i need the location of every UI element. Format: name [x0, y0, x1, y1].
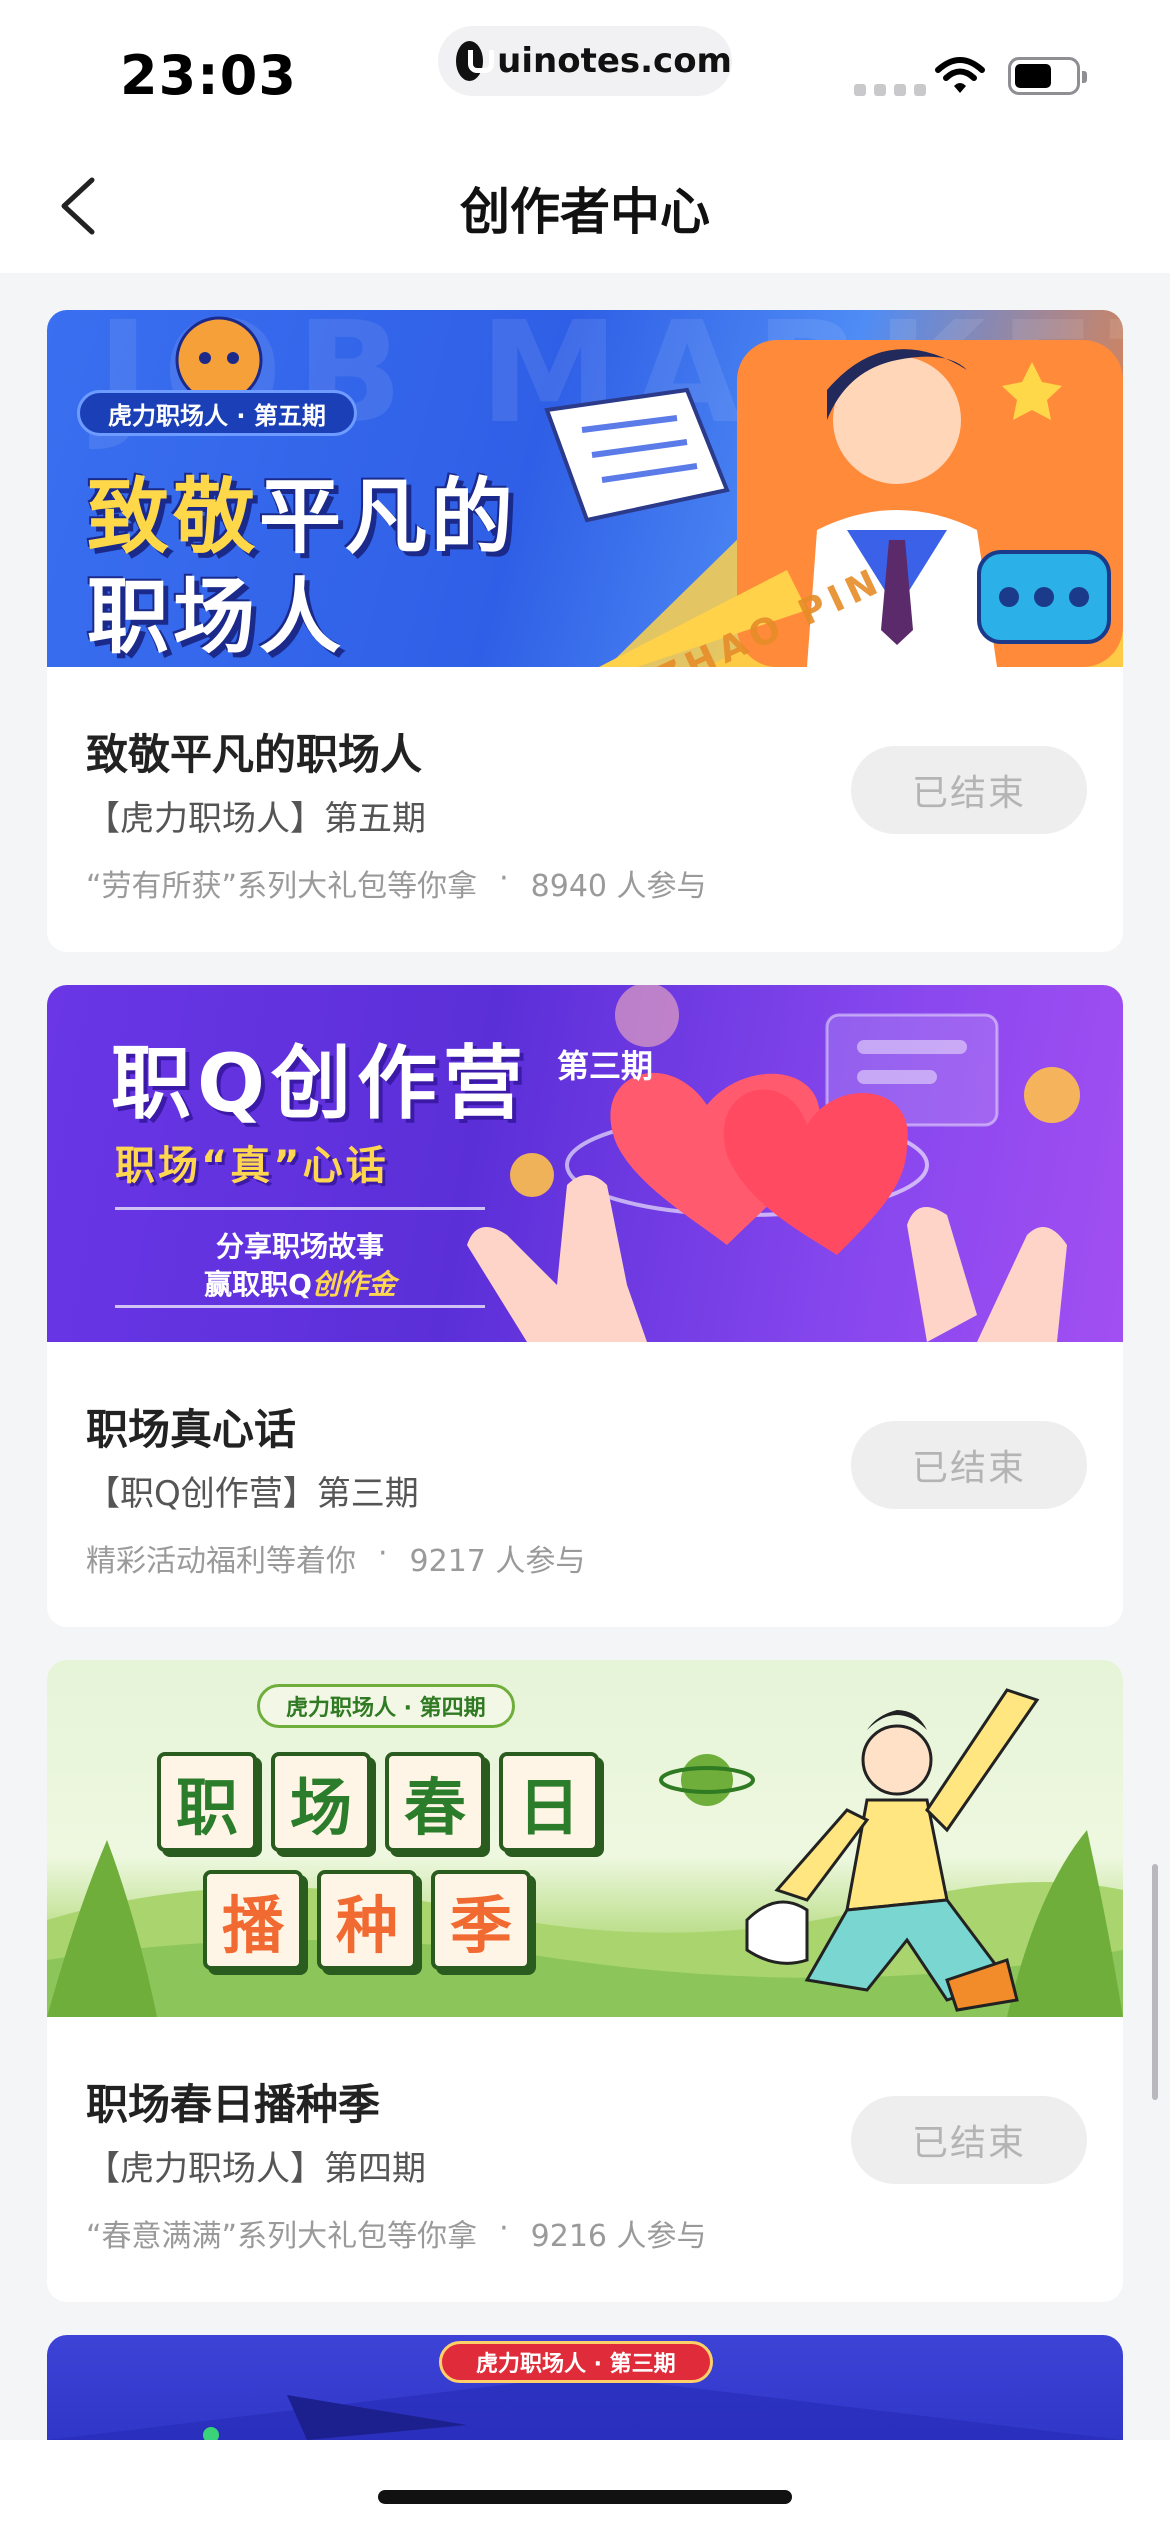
event-card[interactable]: 职Q创作营 第三期 职场“真”心话 分享职场故事 赢取职Q创作金 职场真心话 【…: [47, 985, 1123, 1627]
banner-tile: 日: [499, 1752, 599, 1852]
event-banner[interactable]: 虎力职场人 · 第三期: [47, 2335, 1123, 2440]
ended-status-button[interactable]: 已结束: [851, 2096, 1087, 2184]
event-card-body: 职场真心话 【职Q创作营】第三期 精彩活动福利等着你 · 9217 人参与 已结…: [47, 1342, 1123, 1627]
event-title: 职场春日播种季: [86, 2080, 381, 2129]
banner-issue: 第三期: [557, 1047, 654, 1085]
event-title: 职场真心话: [86, 1405, 297, 1454]
screen: 23:03 uinotes.com 创作者中心 JOB MARKET 虎力职场人…: [0, 0, 1170, 2532]
event-subtitle: 【职Q创作营】第三期: [86, 1474, 419, 1514]
event-banner[interactable]: 虎力职场人 · 第四期 职 场 春 日 播 种 季: [47, 1660, 1123, 2017]
banner-tile: 场: [271, 1752, 371, 1852]
event-participants: 9216 人参与: [530, 2219, 707, 2254]
meta-separator: ·: [499, 861, 509, 896]
bottom-safe-area: [0, 2440, 1170, 2532]
event-subtitle: 【虎力职场人】第五期: [86, 799, 426, 839]
banner-badge: 虎力职场人 · 第四期: [257, 1684, 515, 1728]
event-meta: “劳有所获”系列大礼包等你拿 · 8940 人参与: [86, 861, 707, 905]
status-time: 23:03: [120, 44, 297, 107]
event-participants: 8940 人参与: [530, 869, 707, 904]
top-bar: 23:03 uinotes.com 创作者中心: [0, 0, 1170, 273]
banner-slogan: 职场“真”心话: [115, 1143, 389, 1189]
event-reward: “春意满满”系列大礼包等你拿: [86, 2219, 478, 2254]
scrollbar[interactable]: [1152, 1864, 1158, 2100]
event-card-body: 致敬平凡的职场人 【虎力职场人】第五期 “劳有所获”系列大礼包等你拿 · 894…: [47, 667, 1123, 952]
event-title: 致敬平凡的职场人: [86, 730, 423, 779]
banner-tile: 职: [157, 1752, 257, 1852]
banner-badge: 虎力职场人 · 第三期: [439, 2341, 713, 2383]
home-indicator[interactable]: [378, 2490, 792, 2504]
banner-tile: 播: [203, 1870, 303, 1970]
banner-headline-line2: 职场人: [87, 570, 346, 665]
event-meta: “春意满满”系列大礼包等你拿 · 9216 人参与: [86, 2211, 707, 2255]
event-reward: “劳有所获”系列大礼包等你拿: [86, 869, 478, 904]
event-card[interactable]: 虎力职场人 · 第三期: [47, 2335, 1123, 2440]
banner-tile: 春: [385, 1752, 485, 1852]
cellular-signal-icon: [854, 84, 926, 96]
event-card[interactable]: JOB MARKET 虎力职场人 · 第五期 致敬平凡的 职场人 ZHAO PI…: [47, 310, 1123, 952]
url-pill[interactable]: uinotes.com: [438, 26, 732, 96]
banner-divider: [115, 1305, 485, 1308]
ended-status-button[interactable]: 已结束: [851, 746, 1087, 834]
event-participants: 9217 人参与: [409, 1544, 586, 1579]
banner-line2: 赢取职Q创作金: [204, 1268, 396, 1301]
battery-icon: [1008, 57, 1087, 95]
site-logo-icon: [456, 41, 495, 81]
banner-tile: 种: [317, 1870, 417, 1970]
event-banner[interactable]: JOB MARKET 虎力职场人 · 第五期 致敬平凡的 职场人 ZHAO PI…: [47, 310, 1123, 667]
event-subtitle: 【虎力职场人】第四期: [86, 2149, 426, 2189]
banner-badge: 虎力职场人 · 第五期: [77, 390, 357, 436]
page-title: 创作者中心: [460, 183, 710, 241]
url-text: uinotes.com: [497, 41, 732, 81]
meta-separator: ·: [499, 2211, 509, 2246]
event-reward: 精彩活动福利等着你: [86, 1544, 356, 1579]
wifi-icon: [935, 57, 985, 93]
banner-headline: 职Q创作营: [111, 1037, 530, 1130]
meta-separator: ·: [378, 1536, 388, 1571]
event-card-body: 职场春日播种季 【虎力职场人】第四期 “春意满满”系列大礼包等你拿 · 9216…: [47, 2017, 1123, 2302]
event-card[interactable]: 虎力职场人 · 第四期 职 场 春 日 播 种 季 职场春日播种季 【虎力职场人…: [47, 1660, 1123, 2302]
banner-divider: [115, 1207, 485, 1210]
event-banner[interactable]: 职Q创作营 第三期 职场“真”心话 分享职场故事 赢取职Q创作金: [47, 985, 1123, 1342]
banner-tile: 季: [431, 1870, 531, 1970]
banner-line1: 分享职场故事: [215, 1230, 384, 1263]
event-meta: 精彩活动福利等着你 · 9217 人参与: [86, 1536, 585, 1580]
ended-status-button[interactable]: 已结束: [851, 1421, 1087, 1509]
